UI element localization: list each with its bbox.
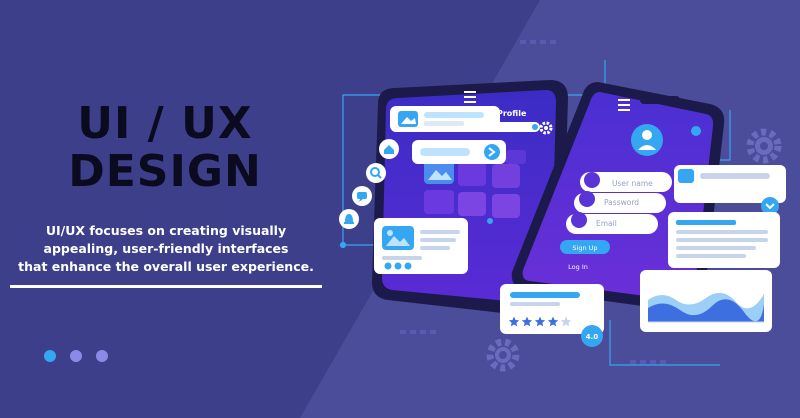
grid-tile[interactable]	[506, 150, 526, 164]
rating-score: 4.0	[586, 333, 599, 341]
gear-icon	[746, 128, 782, 164]
rating-card: 4.0	[500, 284, 604, 347]
media-button[interactable]	[404, 262, 412, 270]
phone-notch	[640, 96, 680, 104]
hero-banner: UI / UX DESIGN UI/UX focuses on creating…	[0, 0, 800, 418]
pager-dot	[487, 218, 493, 224]
svg-text:Email: Email	[596, 219, 617, 228]
user-icon	[584, 172, 600, 188]
home-icon[interactable]	[379, 139, 399, 159]
email-field[interactable]: Email	[566, 212, 658, 234]
grid-tile[interactable]	[492, 164, 520, 188]
user-avatar-icon	[631, 124, 663, 156]
grid-tile[interactable]	[458, 162, 486, 186]
floating-card-arrow[interactable]	[412, 140, 506, 164]
bell-icon[interactable]	[339, 209, 359, 229]
svg-text:Sign Up: Sign Up	[572, 244, 597, 252]
mail-icon	[571, 212, 587, 228]
login-link[interactable]: Log In	[568, 263, 588, 271]
app-illustration: Profile User name Password Email Sign Up…	[339, 40, 786, 372]
signup-button[interactable]: Sign Up	[560, 240, 610, 254]
svg-text:Password: Password	[604, 198, 639, 207]
chevron-right-icon[interactable]	[484, 144, 500, 160]
password-field[interactable]: Password	[574, 191, 666, 213]
chart-card	[640, 270, 772, 332]
notification-dot	[691, 126, 701, 136]
search-icon[interactable]	[366, 163, 386, 183]
floating-card-top	[390, 106, 500, 132]
media-button[interactable]	[384, 262, 392, 270]
grid-tile[interactable]	[458, 192, 486, 216]
profile-header-title: Profile	[497, 109, 527, 118]
list-card	[668, 212, 780, 268]
media-button[interactable]	[394, 262, 402, 270]
chat-icon[interactable]	[352, 186, 372, 206]
grid-tile[interactable]	[424, 190, 454, 214]
card-image-icon	[382, 226, 414, 250]
lock-icon	[579, 191, 595, 207]
gear-icon	[486, 338, 520, 372]
user-icon	[678, 169, 694, 183]
username-field[interactable]: User name	[580, 172, 672, 192]
search-bar-dot	[532, 124, 538, 130]
floating-card-bottom	[374, 218, 468, 274]
svg-text:User name: User name	[612, 179, 653, 188]
rating-badge: 4.0	[581, 325, 603, 347]
grid-tile[interactable]	[492, 194, 520, 218]
